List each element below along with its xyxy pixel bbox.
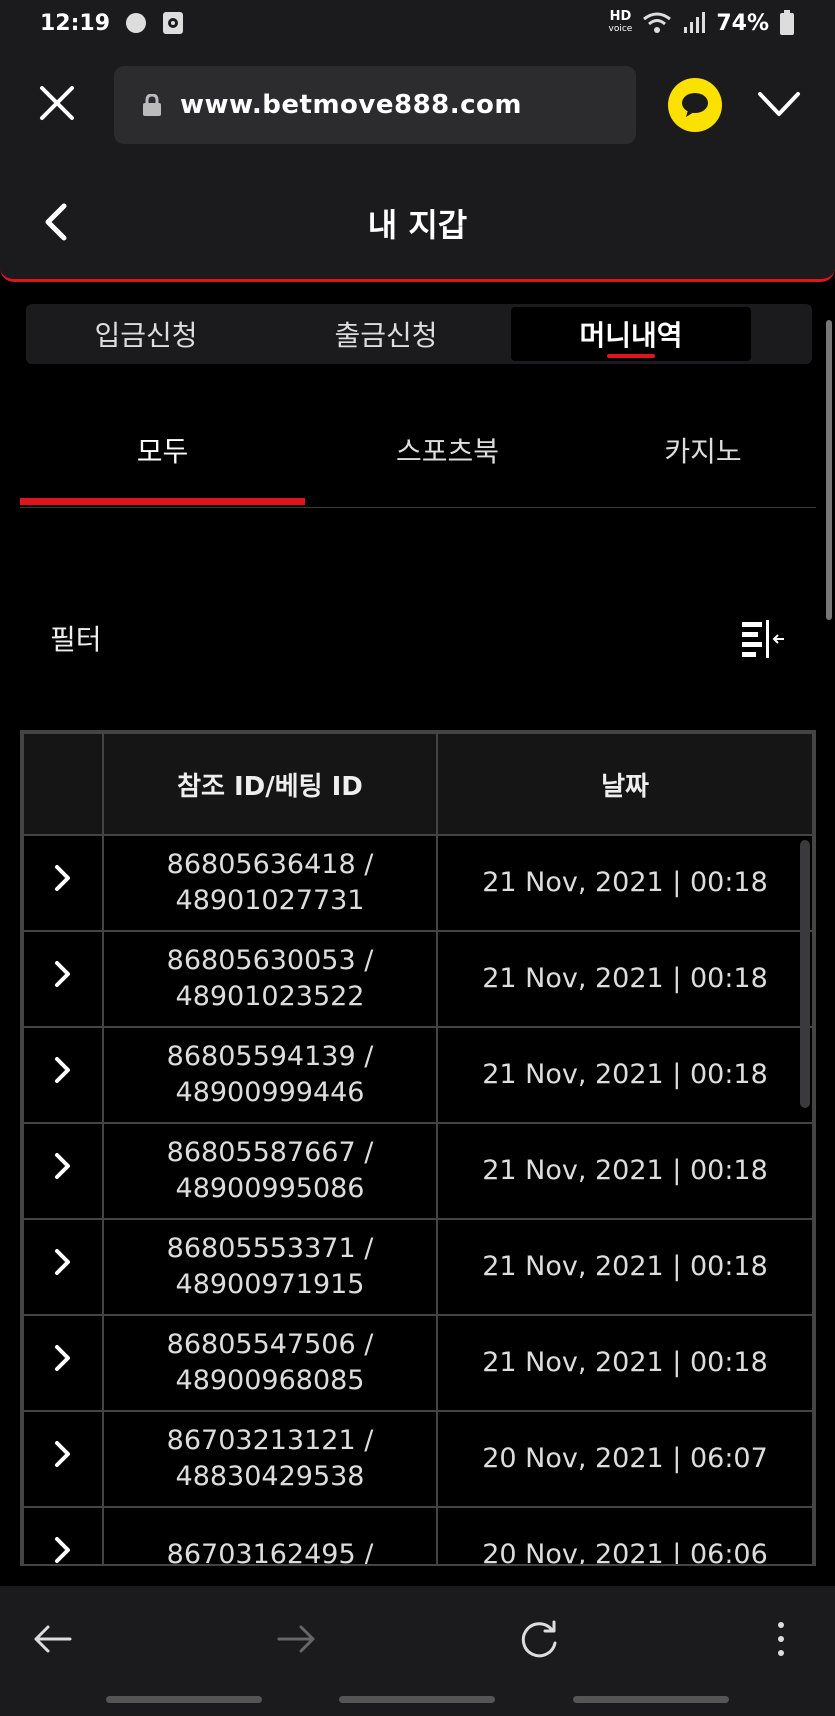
page-scrollbar[interactable] bbox=[826, 320, 832, 620]
kakao-chat-button[interactable] bbox=[668, 78, 722, 132]
chat-bubble-icon bbox=[682, 93, 708, 117]
ref-bet-id-cell: 86805594139 / 48900999446 bbox=[102, 1026, 438, 1124]
table-row[interactable]: 86805547506 / 48900968085 21 Nov, 2021 | … bbox=[22, 1314, 814, 1412]
date-cell: 20 Nov, 2021 | 06:06 bbox=[436, 1506, 814, 1564]
tab-money-history[interactable]: 머니내역 bbox=[511, 307, 751, 361]
ref-id: 86805587667 / bbox=[166, 1137, 374, 1168]
page-title: 내 지갑 bbox=[367, 206, 468, 244]
table-header-row: 참조 ID/베팅 ID 날짜 bbox=[22, 732, 814, 836]
ref-bet-id-cell: 86805630053 / 48901023522 bbox=[102, 930, 438, 1028]
date-cell: 21 Nov, 2021 | 00:18 bbox=[436, 1314, 814, 1412]
back-icon[interactable] bbox=[30, 1616, 76, 1662]
filter-icon[interactable] bbox=[740, 618, 786, 658]
refresh-icon[interactable] bbox=[516, 1616, 562, 1662]
active-tab-indicator bbox=[20, 498, 305, 505]
table-row[interactable]: 86805553371 / 48900971915 21 Nov, 2021 | … bbox=[22, 1218, 814, 1316]
date-cell: 21 Nov, 2021 | 00:18 bbox=[436, 1218, 814, 1316]
ref-bet-id-cell: 86805547506 / 48900968085 bbox=[102, 1314, 438, 1412]
filter-label: 필터 bbox=[50, 623, 102, 656]
expand-row-button[interactable] bbox=[22, 1026, 104, 1124]
column-header-date: 날짜 bbox=[436, 732, 814, 836]
column-header-ref-id: 참조 ID/베팅 ID bbox=[102, 732, 438, 836]
more-options-icon[interactable] bbox=[758, 1616, 804, 1662]
table-scrollbar[interactable] bbox=[800, 840, 810, 1108]
expand-row-button[interactable] bbox=[22, 834, 104, 932]
bet-id: 48900971915 bbox=[175, 1269, 365, 1300]
expand-row-button[interactable] bbox=[22, 1506, 104, 1564]
lock-icon bbox=[143, 94, 161, 116]
status-time: 12:19 bbox=[40, 10, 111, 36]
status-bar: 12:19 HD voice 74% bbox=[0, 0, 835, 46]
ref-bet-id-cell: 86805587667 / 48900995086 bbox=[102, 1122, 438, 1220]
date-cell: 20 Nov, 2021 | 06:07 bbox=[436, 1410, 814, 1508]
ref-id: 86805553371 / bbox=[166, 1233, 374, 1264]
bet-id: 48830429538 bbox=[175, 1461, 365, 1492]
tab-deposit-request[interactable]: 입금신청 bbox=[26, 307, 266, 361]
chevron-right-icon bbox=[55, 1537, 70, 1563]
chevron-right-icon bbox=[55, 1057, 70, 1083]
bet-id: 48901027731 bbox=[175, 885, 365, 916]
chevron-right-icon bbox=[55, 1249, 70, 1275]
table-row[interactable]: 86805630053 / 48901023522 21 Nov, 2021 | … bbox=[22, 930, 814, 1028]
battery-icon bbox=[780, 10, 794, 35]
tab-all[interactable]: 모두 bbox=[20, 430, 305, 470]
tab-withdraw-request[interactable]: 출금신청 bbox=[266, 307, 506, 361]
ref-bet-id-cell: 86805553371 / 48900971915 bbox=[102, 1218, 438, 1316]
date-cell: 21 Nov, 2021 | 00:18 bbox=[436, 930, 814, 1028]
table-row[interactable]: 86805636418 / 48901027731 21 Nov, 2021 | … bbox=[22, 834, 814, 932]
url-text: www.betmove888.com bbox=[180, 90, 522, 120]
category-tabs: 모두 스포츠북 카지노 bbox=[20, 400, 816, 508]
system-back-button[interactable] bbox=[573, 1696, 729, 1703]
expand-row-button[interactable] bbox=[22, 930, 104, 1028]
column-header-expand bbox=[22, 732, 104, 836]
table-row[interactable]: 86805587667 / 48900995086 21 Nov, 2021 | … bbox=[22, 1122, 814, 1220]
expand-row-button[interactable] bbox=[22, 1218, 104, 1316]
ref-id: 86805547506 / bbox=[166, 1329, 374, 1360]
close-icon[interactable] bbox=[38, 84, 76, 122]
signal-icon bbox=[684, 12, 706, 33]
table-row[interactable]: 86703213121 / 48830429538 20 Nov, 2021 | … bbox=[22, 1410, 814, 1508]
recent-apps-button[interactable] bbox=[106, 1696, 262, 1703]
table-row[interactable]: 86805594139 / 48900999446 21 Nov, 2021 | … bbox=[22, 1026, 814, 1124]
date-cell: 21 Nov, 2021 | 00:18 bbox=[436, 1026, 814, 1124]
expand-row-button[interactable] bbox=[22, 1122, 104, 1220]
table-row[interactable]: 86703162495 / 20 Nov, 2021 | 06:06 bbox=[22, 1506, 814, 1566]
ref-id: 86703213121 / bbox=[166, 1425, 374, 1456]
tab-casino[interactable]: 카지노 bbox=[590, 430, 816, 470]
battery-percent: 74% bbox=[716, 10, 769, 36]
chevron-right-icon bbox=[55, 1345, 70, 1371]
bet-id: 48901023522 bbox=[175, 981, 365, 1012]
bet-id: 48900968085 bbox=[175, 1365, 365, 1396]
browser-toolbar: www.betmove888.com bbox=[0, 46, 835, 162]
chevron-right-icon bbox=[55, 961, 70, 987]
media-notification-icon bbox=[163, 12, 184, 34]
ref-bet-id-cell: 86703213121 / 48830429538 bbox=[102, 1410, 438, 1508]
bet-id: 48900995086 bbox=[175, 1173, 365, 1204]
chevron-right-icon bbox=[55, 1153, 70, 1179]
ref-id: 86805636418 / bbox=[166, 849, 374, 880]
expand-row-button[interactable] bbox=[22, 1410, 104, 1508]
ref-id: 86703162495 / bbox=[166, 1539, 374, 1566]
forward-icon[interactable] bbox=[273, 1616, 319, 1662]
address-bar[interactable]: www.betmove888.com bbox=[114, 66, 636, 144]
ref-bet-id-cell: 86805636418 / 48901027731 bbox=[102, 834, 438, 932]
ref-id: 86805594139 / bbox=[166, 1041, 374, 1072]
bet-id: 48900999446 bbox=[175, 1077, 365, 1108]
tab-sportsbook[interactable]: 스포츠북 bbox=[305, 430, 590, 470]
chevron-right-icon bbox=[55, 865, 70, 891]
chevron-right-icon bbox=[55, 1441, 70, 1467]
date-cell: 21 Nov, 2021 | 00:18 bbox=[436, 1122, 814, 1220]
chevron-down-icon[interactable] bbox=[756, 82, 802, 128]
chat-notification-icon bbox=[126, 13, 147, 33]
home-button[interactable] bbox=[339, 1696, 495, 1703]
page-header: 내 지갑 bbox=[0, 162, 835, 282]
ref-id: 86805630053 / bbox=[166, 945, 374, 976]
transaction-table: 참조 ID/베팅 ID 날짜 86805636418 / 48901027731 … bbox=[20, 730, 816, 1566]
expand-row-button[interactable] bbox=[22, 1314, 104, 1412]
date-cell: 21 Nov, 2021 | 00:18 bbox=[436, 834, 814, 932]
wallet-tabs: 입금신청 출금신청 머니내역 bbox=[26, 304, 812, 364]
hd-voice-indicator: HD voice bbox=[608, 9, 633, 34]
ref-bet-id-cell: 86703162495 / bbox=[102, 1506, 438, 1566]
wifi-icon bbox=[643, 12, 672, 33]
